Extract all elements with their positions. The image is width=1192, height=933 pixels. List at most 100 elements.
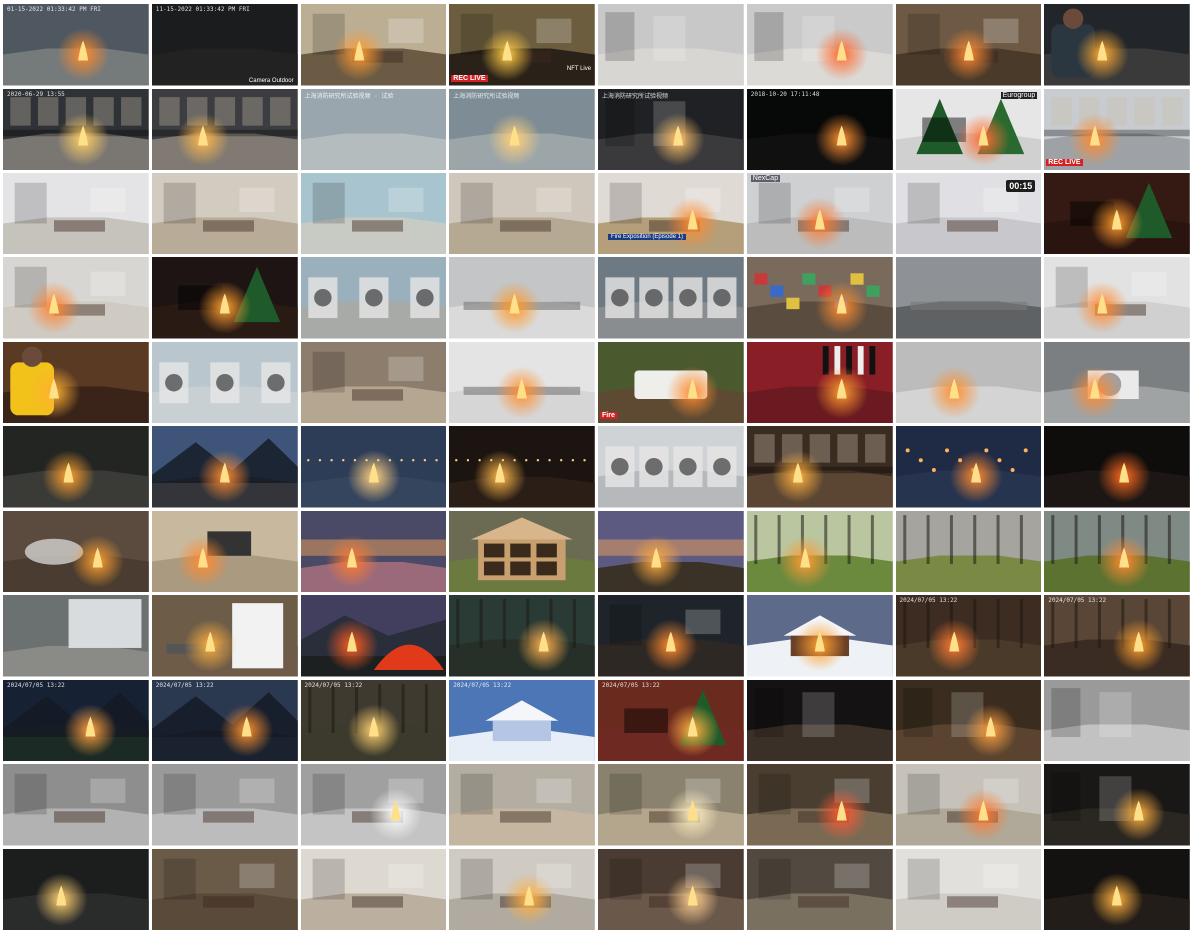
scene-image <box>598 426 744 508</box>
thumbnail-tile[interactable] <box>449 764 596 846</box>
thumbnail-tile[interactable] <box>598 764 744 846</box>
thumbnail-tile[interactable]: 上海消防研究所试验视频 <box>449 88 596 171</box>
thumbnail-tile[interactable] <box>1044 679 1191 762</box>
thumbnail-tile[interactable]: 00:15 <box>895 172 1042 255</box>
thumbnail-tile[interactable] <box>300 595 447 677</box>
overlay-cam: Camera Outdoor <box>248 77 294 84</box>
scene-image <box>3 595 149 677</box>
thumbnail-tile[interactable]: 2024/07/05 13:22 <box>598 679 744 762</box>
thumbnail-tile[interactable] <box>598 4 744 86</box>
thumbnail-tile[interactable] <box>746 4 893 86</box>
thumbnail-tile[interactable] <box>746 341 893 424</box>
scene-image <box>598 595 744 677</box>
thumbnail-tile[interactable] <box>598 510 744 593</box>
thumbnail-tile[interactable] <box>3 764 149 846</box>
thumbnail-tile[interactable] <box>895 679 1042 762</box>
thumbnail-tile[interactable] <box>300 848 447 931</box>
thumbnail-tile[interactable] <box>300 341 447 424</box>
thumbnail-tile[interactable]: 上海消防研究所试验视频 · 试验 <box>300 88 447 171</box>
thumbnail-tile[interactable] <box>151 595 298 677</box>
thumbnail-tile[interactable] <box>449 848 596 931</box>
thumbnail-tile[interactable]: 2024/07/05 13:22 <box>449 679 596 762</box>
thumbnail-tile[interactable] <box>746 595 893 677</box>
thumbnail-tile[interactable] <box>598 426 744 508</box>
thumbnail-tile[interactable] <box>895 341 1042 424</box>
thumbnail-tile[interactable] <box>746 426 893 508</box>
thumbnail-tile[interactable]: 11-15-2022 01:33:42 PM FRI Camera Outdoor <box>151 4 298 86</box>
thumbnail-tile[interactable]: 2024/07/05 13:22 <box>151 679 298 762</box>
thumbnail-tile[interactable] <box>3 172 149 255</box>
thumbnail-tile[interactable] <box>300 426 447 508</box>
thumbnail-tile[interactable] <box>746 257 893 339</box>
thumbnail-tile[interactable] <box>598 848 744 931</box>
thumbnail-tile[interactable]: NexCap <box>746 172 893 255</box>
thumbnail-tile[interactable] <box>3 848 149 931</box>
thumbnail-tile[interactable] <box>1044 172 1191 255</box>
scene-image <box>598 679 744 762</box>
thumbnail-tile[interactable] <box>449 595 596 677</box>
thumbnail-tile[interactable] <box>1044 848 1191 931</box>
thumbnail-tile[interactable] <box>746 510 893 593</box>
thumbnail-tile[interactable] <box>151 341 298 424</box>
thumbnail-tile[interactable] <box>300 257 447 339</box>
thumbnail-tile[interactable] <box>3 426 149 508</box>
thumbnail-tile[interactable] <box>895 4 1042 86</box>
thumbnail-tile[interactable] <box>746 848 893 931</box>
thumbnail-tile[interactable]: REC LIVE <box>1044 88 1191 171</box>
image-mosaic-grid: 01-15-2022 01:33:42 PM FRI 11-15-2022 01:… <box>3 4 1191 931</box>
thumbnail-tile[interactable]: 上海消防研究所试验视频 <box>598 88 744 171</box>
thumbnail-tile[interactable] <box>1044 4 1191 86</box>
thumbnail-tile[interactable]: 2024/07/05 13:22 <box>1044 595 1191 677</box>
thumbnail-tile[interactable]: 01-15-2022 01:33:42 PM FRI <box>3 4 149 86</box>
thumbnail-tile[interactable] <box>449 341 596 424</box>
thumbnail-tile[interactable] <box>300 4 447 86</box>
thumbnail-tile[interactable]: 2020-06-29 13:55 <box>3 88 149 171</box>
thumbnail-tile[interactable] <box>3 595 149 677</box>
thumbnail-tile[interactable] <box>449 426 596 508</box>
thumbnail-tile[interactable] <box>895 257 1042 339</box>
thumbnail-tile[interactable]: Eurogroup <box>895 88 1042 171</box>
thumbnail-tile[interactable] <box>746 679 893 762</box>
scene-image <box>598 764 744 846</box>
thumbnail-tile[interactable] <box>151 88 298 171</box>
thumbnail-tile[interactable] <box>3 257 149 339</box>
thumbnail-tile[interactable]: Fire <box>598 341 744 424</box>
thumbnail-tile[interactable] <box>151 172 298 255</box>
thumbnail-tile[interactable] <box>300 510 447 593</box>
thumbnail-tile[interactable] <box>449 510 596 593</box>
thumbnail-tile[interactable] <box>449 257 596 339</box>
thumbnail-tile[interactable] <box>151 848 298 931</box>
thumbnail-tile[interactable] <box>3 510 149 593</box>
scene-image <box>1044 426 1191 508</box>
thumbnail-tile[interactable] <box>151 426 298 508</box>
thumbnail-tile[interactable] <box>300 764 447 846</box>
scene-image <box>598 88 744 170</box>
thumbnail-tile[interactable] <box>300 172 447 255</box>
thumbnail-tile[interactable] <box>1044 426 1191 508</box>
thumbnail-tile[interactable]: Fire Exposition (Episode 1) <box>598 172 744 255</box>
thumbnail-tile[interactable] <box>895 848 1042 931</box>
thumbnail-tile[interactable] <box>1044 764 1191 846</box>
scene-image <box>895 764 1042 846</box>
thumbnail-tile[interactable] <box>746 764 893 846</box>
thumbnail-tile[interactable]: 2024/07/05 13:22 <box>300 679 447 762</box>
thumbnail-tile[interactable] <box>151 257 298 339</box>
thumbnail-tile[interactable] <box>1044 510 1191 593</box>
thumbnail-tile[interactable]: REC LIVE NFT Live <box>449 4 596 86</box>
thumbnail-tile[interactable] <box>3 341 149 424</box>
thumbnail-tile[interactable] <box>449 172 596 255</box>
thumbnail-tile[interactable] <box>1044 341 1191 424</box>
thumbnail-tile[interactable]: 2024/07/05 13:22 <box>895 595 1042 677</box>
thumbnail-tile[interactable] <box>598 257 744 339</box>
thumbnail-tile[interactable] <box>1044 257 1191 339</box>
overlay-badge: Eurogroup <box>1000 91 1038 99</box>
thumbnail-tile[interactable]: 2024/07/05 13:22 <box>3 679 149 762</box>
thumbnail-tile[interactable]: 2018-10-20 17:11:48 <box>746 88 893 171</box>
thumbnail-tile[interactable] <box>895 764 1042 846</box>
thumbnail-tile[interactable] <box>151 510 298 593</box>
thumbnail-tile[interactable] <box>151 764 298 846</box>
thumbnail-tile[interactable] <box>895 426 1042 508</box>
scene-image <box>895 257 1042 339</box>
thumbnail-tile[interactable] <box>598 595 744 677</box>
thumbnail-tile[interactable] <box>895 510 1042 593</box>
